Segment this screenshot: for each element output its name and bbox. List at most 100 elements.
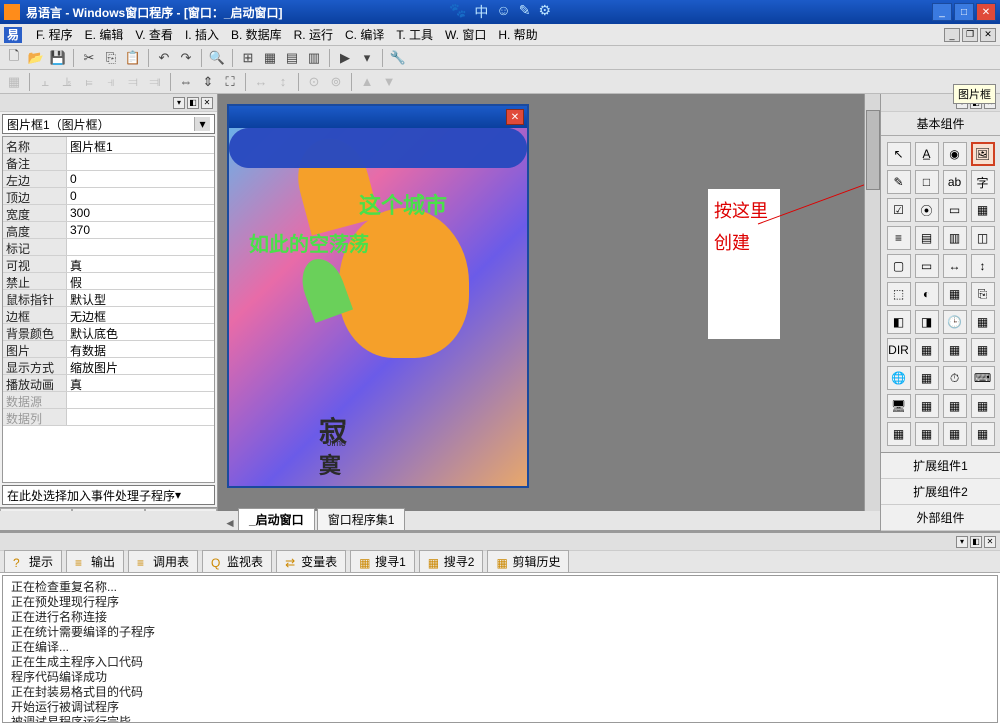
toolbox-item[interactable]: ▦ [971,422,995,446]
menu-run[interactable]: R. 运行 [288,24,339,45]
property-row[interactable]: 名称图片框1 [3,137,214,154]
property-value[interactable]: 0 [67,171,214,187]
open-icon[interactable]: 📂 [26,48,46,68]
toolbox-item[interactable]: ▦ [971,310,995,334]
toolbox-item[interactable]: ▢ [887,254,911,278]
mdi-restore[interactable]: ❐ [962,28,978,42]
output-tab[interactable]: ?提示 [4,550,62,573]
property-row[interactable]: 宽度300 [3,205,214,222]
toolbox-item[interactable]: ◧ [887,310,911,334]
property-grid[interactable]: 名称图片框1备注左边0顶边0宽度300高度370标记可视真禁止假鼠标指针默认型边… [2,136,215,483]
mdi-close[interactable]: ✕ [980,28,996,42]
align-bottom-icon[interactable]: ⫥ [145,72,165,92]
panel-pin-icon[interactable]: ◧ [187,97,199,109]
run-icon[interactable]: ▶ [335,48,355,68]
canvas-scrollbar[interactable] [864,94,880,531]
property-row[interactable]: 顶边0 [3,188,214,205]
menu-help[interactable]: H. 帮助 [492,24,543,45]
toolbox-item[interactable]: ▦ [943,422,967,446]
group-ext2[interactable]: 扩展组件2 [881,479,1000,505]
toolbox-item[interactable]: ▦ [971,198,995,222]
toolbox-item[interactable]: ▭ [943,198,967,222]
event-selector[interactable]: 在此处选择加入事件处理子程序 ▾ [2,485,215,505]
mdi-minimize[interactable]: _ [944,28,960,42]
toolbox-item[interactable]: ◫ [971,226,995,250]
property-row[interactable]: 高度370 [3,222,214,239]
property-value[interactable]: 370 [67,222,214,238]
property-value[interactable]: 有数据 [67,341,214,357]
toolbox-item[interactable]: 🖥 [887,394,911,418]
property-row[interactable]: 禁止假 [3,273,214,290]
toolbox-item[interactable]: 🌐 [887,366,911,390]
toolbox-item[interactable]: □ [915,170,939,194]
align-right-icon[interactable]: ⫢ [79,72,99,92]
vspace-icon[interactable]: ↕ [273,72,293,92]
toolbox-item[interactable]: ◨ [915,310,939,334]
output-content[interactable]: 正在检查重复名称...正在预处理现行程序正在进行名称连接正在统计需要编译的子程序… [2,575,998,723]
menu-view[interactable]: V. 查看 [129,24,179,45]
copy-icon[interactable]: ⎘ [101,48,121,68]
dropdown-icon[interactable]: ▾ [357,48,377,68]
toolbox-item[interactable]: ⌨ [971,366,995,390]
cut-icon[interactable]: ✂ [79,48,99,68]
menu-insert[interactable]: I. 插入 [179,24,225,45]
build-icon[interactable]: 🔧 [388,48,408,68]
toolbox-item[interactable]: ▭ [915,254,939,278]
menu-database[interactable]: B. 数据库 [225,24,288,45]
toolbox-item[interactable]: A̲ [915,142,939,166]
close-button[interactable]: ✕ [976,3,996,21]
center-h-icon[interactable]: ⊙ [304,72,324,92]
cn-icon[interactable]: 中 [474,2,488,22]
pencil-icon[interactable]: ✎ [519,2,531,22]
toolbox-item[interactable]: ☑ [887,198,911,222]
toolbox-item[interactable]: ◉ [943,142,967,166]
align-middle-icon[interactable]: ⫤ [123,72,143,92]
panel-pin-icon[interactable]: ◧ [970,536,982,548]
toolbox-item[interactable]: ⏱ [943,366,967,390]
toolbox-item[interactable]: ▥ [943,226,967,250]
toolbox-item[interactable]: ▦ [943,394,967,418]
property-value[interactable]: 0 [67,188,214,204]
menu-compile[interactable]: C. 编译 [339,24,390,45]
output-tab[interactable]: ▦搜寻2 [419,550,484,573]
panel-menu-icon[interactable]: ▾ [956,536,968,548]
property-value[interactable] [67,154,214,170]
gear-icon[interactable]: ⚙ [538,2,551,22]
output-tab[interactable]: ▦剪辑历史 [487,550,569,573]
property-row[interactable]: 背景颜色默认底色 [3,324,214,341]
property-row[interactable]: 边框无边框 [3,307,214,324]
output-tab[interactable]: ≡调用表 [128,550,198,573]
toolbox-item[interactable]: ab [943,170,967,194]
toolbox-item[interactable]: ▦ [915,338,939,362]
same-size-icon[interactable]: ⛶ [220,72,240,92]
toolbox-item[interactable]: ▦ [971,394,995,418]
toolbox-item[interactable]: ▦ [887,422,911,446]
property-value[interactable]: 假 [67,273,214,289]
property-row[interactable]: 数据源 [3,392,214,409]
toolbox-item[interactable]: 🕒 [943,310,967,334]
toolbox-item[interactable]: ◐ [915,282,939,306]
maximize-button[interactable]: □ [954,3,974,21]
window4-icon[interactable]: ▥ [304,48,324,68]
output-tab[interactable]: ▦搜寻1 [350,550,415,573]
redo-icon[interactable]: ↷ [176,48,196,68]
property-value[interactable]: 默认底色 [67,324,214,340]
output-tab[interactable]: Q监视表 [202,550,272,573]
property-row[interactable]: 鼠标指针默认型 [3,290,214,307]
toolbox-item[interactable]: ↕ [971,254,995,278]
design-canvas[interactable]: ✕ 这个城市 如此的空荡荡 寂 Jimo 寞 按这里创建 [218,94,880,531]
toolbox-item[interactable]: ⬚ [887,282,911,306]
tab-window-set[interactable]: 窗口程序集1 [317,508,406,530]
new-icon[interactable]: 🗋 [4,48,24,68]
save-icon[interactable]: 💾 [48,48,68,68]
toolbox-item[interactable]: ▦ [915,394,939,418]
panel-menu-icon[interactable]: ▾ [173,97,185,109]
align-top-icon[interactable]: ⫣ [101,72,121,92]
toolbox-item[interactable]: ⦿ [915,198,939,222]
toolbox-item[interactable]: ▦ [971,338,995,362]
property-row[interactable]: 标记 [3,239,214,256]
toolbox-item[interactable]: DIR [887,338,911,362]
component-selector[interactable]: 图片框1（图片框） ▾ [2,114,215,134]
panel-close-icon[interactable]: ✕ [201,97,213,109]
center-v-icon[interactable]: ⊚ [326,72,346,92]
